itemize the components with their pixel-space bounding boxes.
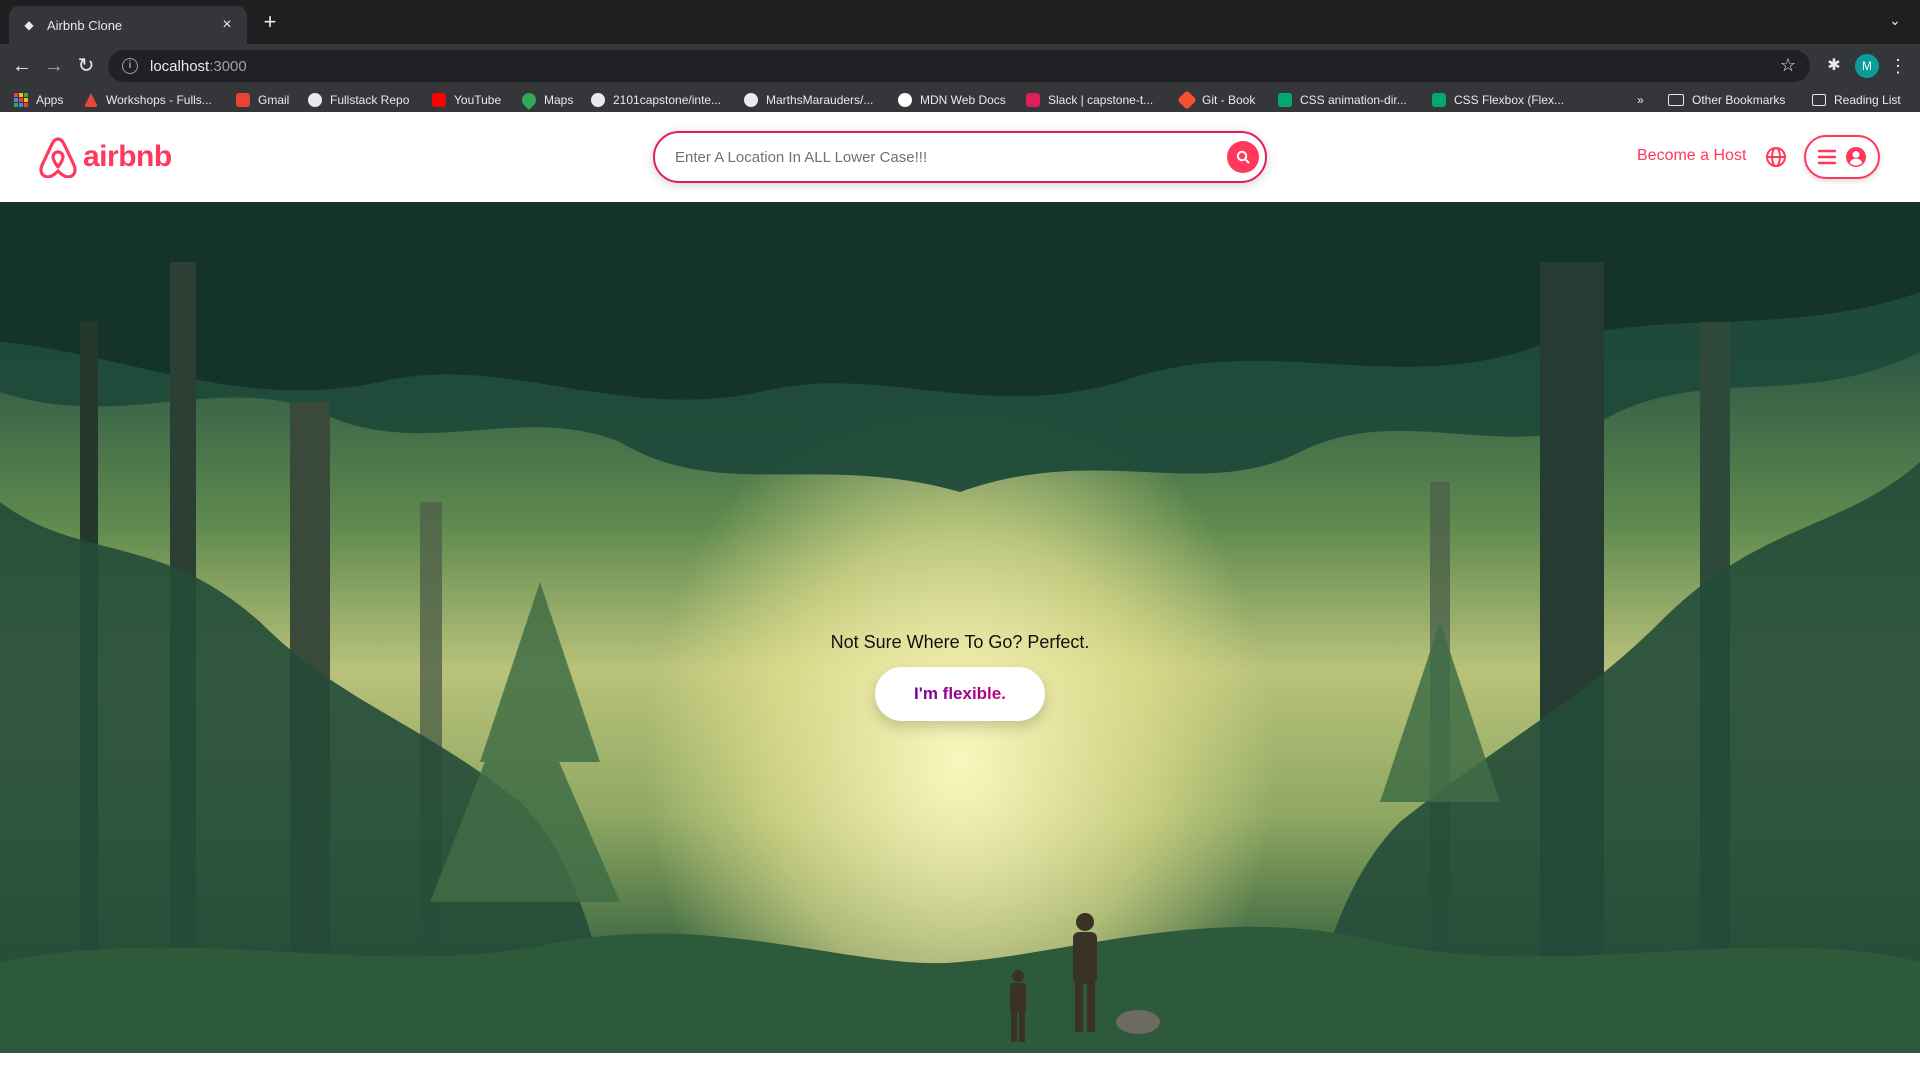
bookmark-css-flexbox[interactable]: CSS Flexbox (Flex... <box>1432 90 1564 110</box>
back-arrow-icon[interactable]: ← <box>10 54 34 78</box>
bookmark-label: Git - Book <box>1202 93 1256 107</box>
info-icon[interactable]: i <box>122 58 138 74</box>
bookmark-label: Other Bookmarks <box>1692 93 1786 107</box>
bookmark-fullstack-repo[interactable]: Fullstack Repo <box>308 90 409 110</box>
other-bookmarks[interactable]: Other Bookmarks <box>1668 90 1785 110</box>
maps-icon <box>519 90 539 110</box>
bookmark-label: CSS animation-dir... <box>1300 93 1407 107</box>
new-tab-button[interactable]: + <box>258 10 282 34</box>
become-a-host-link[interactable]: Become a Host <box>1637 147 1746 165</box>
bookmark-label: YouTube <box>454 93 502 107</box>
airbnb-logo[interactable]: airbnb <box>38 136 172 178</box>
bookmark-label: Gmail <box>258 93 290 107</box>
bookmark-label: Maps <box>544 93 574 107</box>
apps-grid-icon <box>14 93 28 107</box>
im-flexible-label: I'm flexible. <box>914 684 1006 703</box>
globe-icon[interactable] <box>1765 146 1787 168</box>
bookmark-label: MarthsMarauders/... <box>766 93 874 107</box>
bookmark-slack[interactable]: Slack | capstone-t... <box>1026 90 1153 110</box>
browser-tab[interactable]: ◆ Airbnb Clone × <box>9 6 247 44</box>
hamburger-menu-icon <box>1818 149 1836 165</box>
bookmark-label: Reading List <box>1834 93 1901 107</box>
search-icon <box>1236 150 1250 164</box>
bookmark-label: Apps <box>36 93 64 107</box>
logo-text: airbnb <box>83 140 172 173</box>
bookmark-css-animation[interactable]: CSS animation-dir... <box>1278 90 1407 110</box>
tab-search-chevron-icon[interactable]: ⌄ <box>1886 12 1904 30</box>
bookmark-label: Workshops - Fulls... <box>106 93 212 107</box>
w3schools-icon <box>1432 93 1446 107</box>
bookmark-label: Fullstack Repo <box>330 93 410 107</box>
bookmark-gmail[interactable]: Gmail <box>236 90 289 110</box>
bookmark-star-icon[interactable]: ☆ <box>1780 55 1796 76</box>
reading-list-icon <box>1812 94 1826 106</box>
folder-icon <box>1668 94 1684 106</box>
slack-icon <box>1026 93 1040 107</box>
url-port: :3000 <box>209 57 247 75</box>
close-tab-icon[interactable]: × <box>219 16 235 34</box>
tab-title: Airbnb Clone <box>47 17 123 33</box>
bookmark-git-book[interactable]: Git - Book <box>1177 90 1256 110</box>
browser-toolbar: ← → ↻ i localhost :3000 ☆ ✱ M ⋮ <box>0 44 1920 88</box>
git-icon <box>1177 90 1197 110</box>
forward-arrow-icon[interactable]: → <box>42 54 66 78</box>
im-flexible-button[interactable]: I'm flexible. <box>875 667 1045 721</box>
youtube-icon <box>432 93 446 107</box>
bookmark-label: CSS Flexbox (Flex... <box>1454 93 1565 107</box>
airbnb-belo-icon <box>39 137 77 178</box>
fullstack-icon <box>84 93 98 107</box>
bookmark-mdn[interactable]: MDN Web Docs <box>898 90 1006 110</box>
mdn-icon <box>898 93 912 107</box>
hero-content: Not Sure Where To Go? Perfect. I'm flexi… <box>0 632 1920 721</box>
bookmarks-overflow-button[interactable]: » <box>1637 90 1644 110</box>
reading-list[interactable]: Reading List <box>1812 90 1901 110</box>
search-button[interactable] <box>1227 141 1259 173</box>
bookmark-label: 2101capstone/inte... <box>613 93 722 107</box>
profile-avatar[interactable]: M <box>1855 54 1879 78</box>
forest-illustration <box>0 202 1920 1053</box>
bookmarks-bar: Apps Workshops - Fulls... Gmail Fullstac… <box>0 88 1920 112</box>
github-icon <box>744 93 758 107</box>
bookmark-marthsmarauders[interactable]: MarthsMarauders/... <box>744 90 873 110</box>
bookmark-maps[interactable]: Maps <box>519 90 574 110</box>
airbnb-favicon-icon: ◆ <box>24 18 34 32</box>
user-avatar-icon <box>1846 147 1866 167</box>
browser-menu-icon[interactable]: ⋮ <box>1888 54 1908 78</box>
user-menu-button[interactable] <box>1804 135 1880 179</box>
hero-banner: Not Sure Where To Go? Perfect. I'm flexi… <box>0 202 1920 1053</box>
browser-tabstrip: ◆ Airbnb Clone × + ⌄ <box>0 0 1920 44</box>
extensions-puzzle-icon[interactable]: ✱ <box>1822 54 1846 78</box>
github-icon <box>591 93 605 107</box>
address-bar[interactable]: i localhost :3000 ☆ <box>108 50 1810 82</box>
bookmark-workshops[interactable]: Workshops - Fulls... <box>84 90 212 110</box>
bookmark-apps[interactable]: Apps <box>14 90 63 110</box>
gmail-icon <box>236 93 250 107</box>
page-bottom-strip <box>0 1053 1920 1080</box>
bookmark-2101capstone[interactable]: 2101capstone/inte... <box>591 90 721 110</box>
github-icon <box>308 93 322 107</box>
location-search-bar <box>653 131 1267 183</box>
bookmark-label: MDN Web Docs <box>920 93 1006 107</box>
bookmark-youtube[interactable]: YouTube <box>432 90 501 110</box>
reload-icon[interactable]: ↻ <box>74 54 98 78</box>
location-search-input[interactable] <box>675 148 1227 166</box>
bookmark-label: Slack | capstone-t... <box>1048 93 1154 107</box>
hero-heading: Not Sure Where To Go? Perfect. <box>830 632 1090 652</box>
site-header: airbnb Become a Host <box>0 112 1920 202</box>
w3schools-icon <box>1278 93 1292 107</box>
url-host: localhost <box>150 57 210 75</box>
